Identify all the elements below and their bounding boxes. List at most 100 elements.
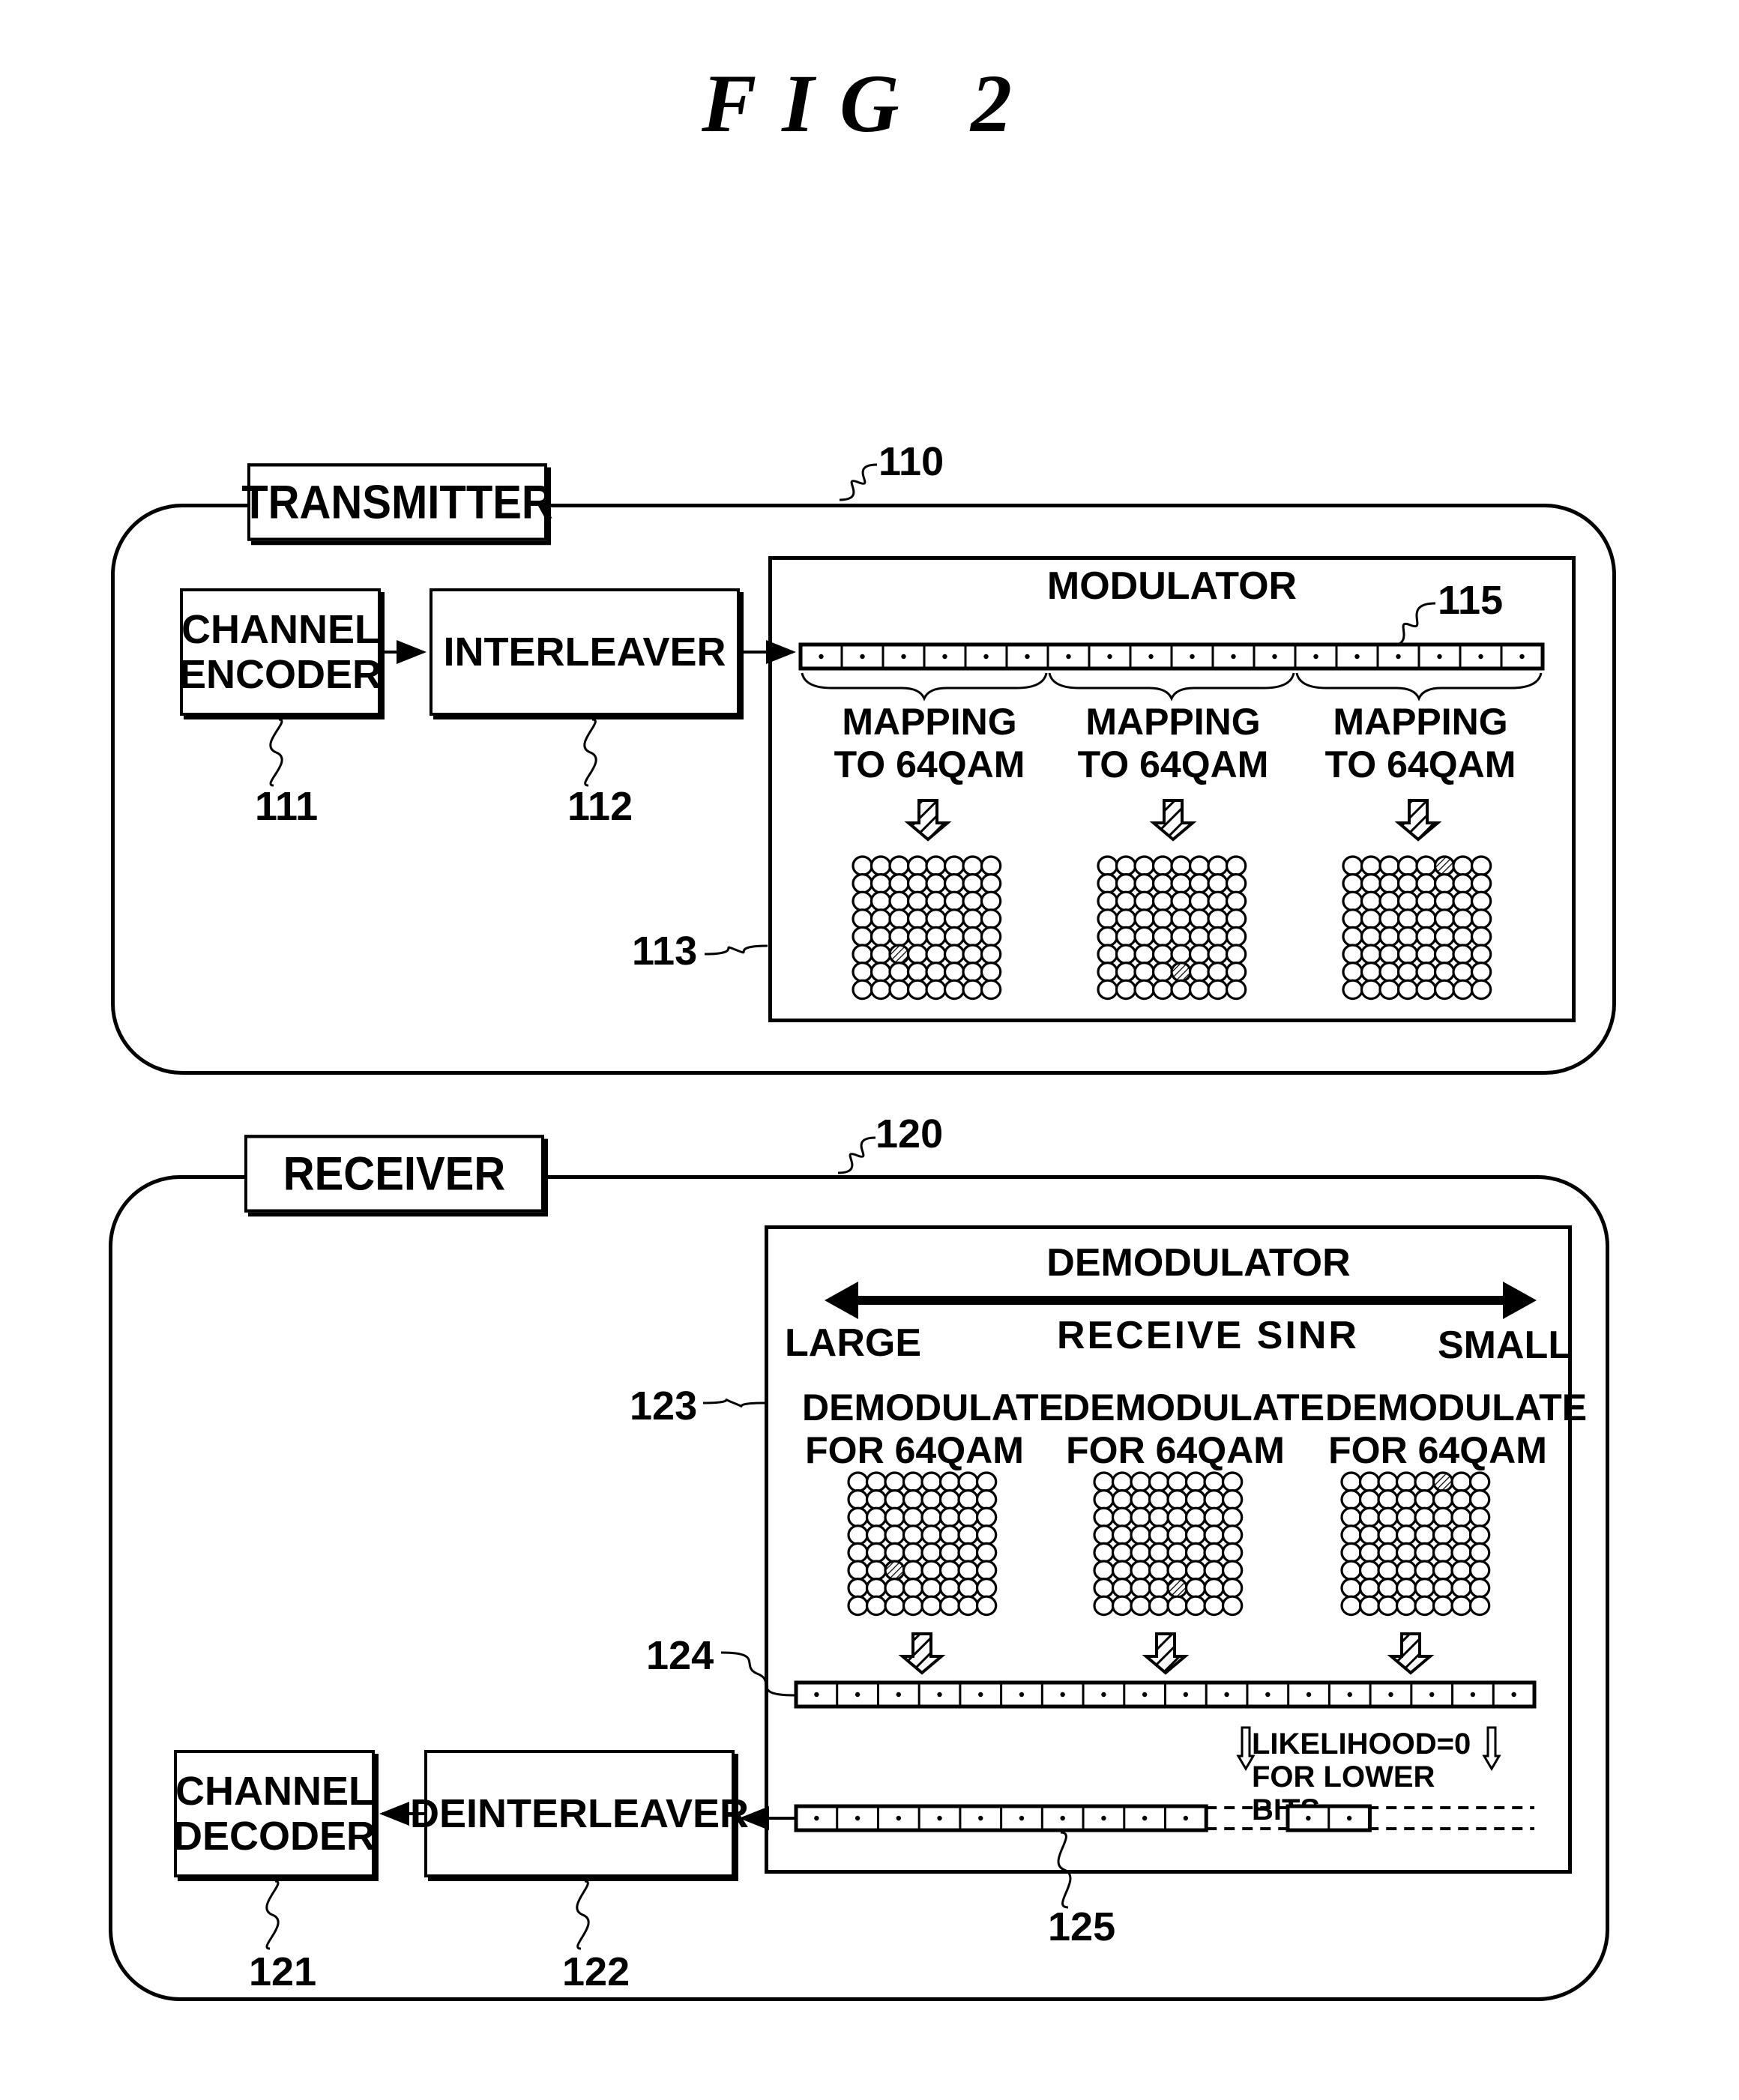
tx-constellation-3-point <box>1396 908 1419 929</box>
rx-constellation-1-point <box>920 1560 942 1581</box>
rx-constellation-1-point <box>847 1595 869 1617</box>
rx-constellation-2-point <box>1203 1595 1225 1617</box>
bit-stream-ref-leader <box>1384 602 1436 648</box>
tx-constellation-2-point <box>1170 890 1192 912</box>
rx-constellation-1-point <box>884 1578 905 1599</box>
rx-constellation-1-point <box>957 1578 979 1599</box>
tx-constellation-1-point <box>888 855 910 876</box>
tx-constellation-2-point <box>1097 979 1118 1001</box>
rx-constellation-2-point <box>1130 1560 1151 1581</box>
rx-constellation-2-point <box>1130 1471 1151 1492</box>
tx-constellation-2-point <box>1225 873 1247 894</box>
tx-constellation-2-point <box>1170 855 1192 876</box>
tx-constellation-3-point <box>1433 962 1456 983</box>
tx-constellation-3-point <box>1452 908 1474 929</box>
output-stream-125-bit-dot <box>1183 1815 1189 1821</box>
rx-constellation-3-point <box>1468 1595 1491 1617</box>
rx-constellation-2-point <box>1111 1506 1133 1528</box>
rx-constellation-2-point <box>1203 1506 1225 1528</box>
rx-constellation-3-point <box>1468 1489 1491 1510</box>
tx-constellation-3-point <box>1342 908 1363 929</box>
rx-constellation-1-selected-point <box>884 1560 905 1581</box>
tx-constellation-2-point <box>1170 908 1192 929</box>
tx-constellation-3-point <box>1452 944 1474 965</box>
rx-constellation-3-point <box>1468 1578 1491 1599</box>
rx-constellation-3-point <box>1432 1578 1454 1599</box>
rx-constellation-1-point <box>884 1542 905 1563</box>
tx-constellation-2-point <box>1225 908 1247 929</box>
rx-constellation-1-point <box>847 1471 869 1492</box>
tx-constellation-2-point <box>1115 926 1137 947</box>
rx-constellation-3-point <box>1432 1524 1454 1545</box>
demod-arrow-3 <box>1387 1632 1435 1675</box>
rx-constellation-1-point <box>847 1524 869 1545</box>
tx-constellation-2-point <box>1115 979 1137 1001</box>
tx-constellation-1-point <box>870 926 892 947</box>
tx-constellation-3-point <box>1378 962 1400 983</box>
rx-constellation-3-point <box>1358 1560 1381 1581</box>
rx-constellation-1-point <box>975 1560 998 1581</box>
tx-constellation-3-point <box>1396 855 1419 876</box>
tx-constellation-2-point <box>1207 944 1229 965</box>
tx-constellation-3-point <box>1415 908 1437 929</box>
tx-constellation-1-point <box>906 890 929 912</box>
rx-constellation-2-point <box>1130 1524 1151 1545</box>
likelihood-stream-124-bit-dot <box>1019 1692 1025 1698</box>
tx-constellation-3-point <box>1378 873 1400 894</box>
rx-constellation-3-point <box>1395 1578 1417 1599</box>
rx-constellation-3-point <box>1432 1560 1454 1581</box>
tx-constellation-2-point <box>1097 926 1118 947</box>
rx-constellation-1-point <box>920 1489 942 1510</box>
rx-constellation-3-point <box>1414 1578 1435 1599</box>
likelihood-stream-124-bit-dot <box>1265 1692 1271 1698</box>
tx-constellation-1-point <box>852 890 873 912</box>
rx-constellation-2-point <box>1166 1542 1188 1563</box>
bit-stream-115-bit-dot <box>1519 654 1525 660</box>
tx-constellation-3-point <box>1452 979 1474 1001</box>
tx-constellation-3-point <box>1396 944 1419 965</box>
tx-constellation-3-point <box>1378 926 1400 947</box>
rx-constellation-3-point <box>1395 1506 1417 1528</box>
rx-constellation-2-point <box>1093 1578 1115 1599</box>
rx-constellation-3-point <box>1377 1542 1399 1563</box>
bit-stream-115-bit-dot <box>1272 654 1277 660</box>
rx-constellation-1-point <box>920 1471 942 1492</box>
tx-constellation-3-point <box>1342 873 1363 894</box>
likelihood-stream-124-bit-dot <box>814 1692 819 1698</box>
rx-constellation-2-point <box>1130 1542 1151 1563</box>
rx-constellation-2-point <box>1093 1595 1115 1617</box>
rx-constellation-3-point <box>1395 1524 1417 1545</box>
rx-constellation-2-point <box>1221 1506 1244 1528</box>
rx-constellation-1-point <box>957 1471 979 1492</box>
tx-constellation-2-point <box>1097 855 1118 876</box>
sinr-arrowhead-right <box>1503 1282 1537 1319</box>
rx-constellation-1-point <box>884 1489 905 1510</box>
rx-constellation-3-point <box>1340 1524 1362 1545</box>
bit-stream-115-bit-dot <box>1437 654 1442 660</box>
bit-stream-115-bit-dot <box>1354 654 1360 660</box>
tx-constellation-2-point <box>1225 855 1247 876</box>
tx-constellation-3-point <box>1470 873 1492 894</box>
tx-constellation-2-point <box>1097 873 1118 894</box>
rx-constellation-1-point <box>884 1595 905 1617</box>
tx-constellation-2-point <box>1133 926 1155 947</box>
rx-constellation-3-point <box>1358 1542 1381 1563</box>
tx-constellation-2-point <box>1225 926 1247 947</box>
tx-constellation-1-point <box>980 979 1002 1001</box>
likelihood-stream-124-bit-dot <box>1429 1692 1435 1698</box>
rx-constellation-1-point <box>902 1489 924 1510</box>
tx-constellation-2-point <box>1170 926 1192 947</box>
tx-constellation-1-point <box>906 979 929 1001</box>
tx-constellation-2-point <box>1207 962 1229 983</box>
tx-constellation-3-point <box>1360 855 1382 876</box>
transmitter-ref-leader <box>839 463 878 501</box>
likelihood-ref-leader <box>720 1651 795 1697</box>
likelihood-stream-124-bit-dot <box>1306 1692 1312 1698</box>
output-stream-isolated-cells-bit-dot <box>1306 1815 1311 1821</box>
deinterleaver-ref-leader <box>576 1880 590 1950</box>
tx-constellation-1-point <box>888 962 910 983</box>
tx-constellation-2-point <box>1188 908 1211 929</box>
rx-constellation-2-point <box>1093 1506 1115 1528</box>
tx-constellation-3-point <box>1378 944 1400 965</box>
rx-constellation-2-point <box>1221 1560 1244 1581</box>
